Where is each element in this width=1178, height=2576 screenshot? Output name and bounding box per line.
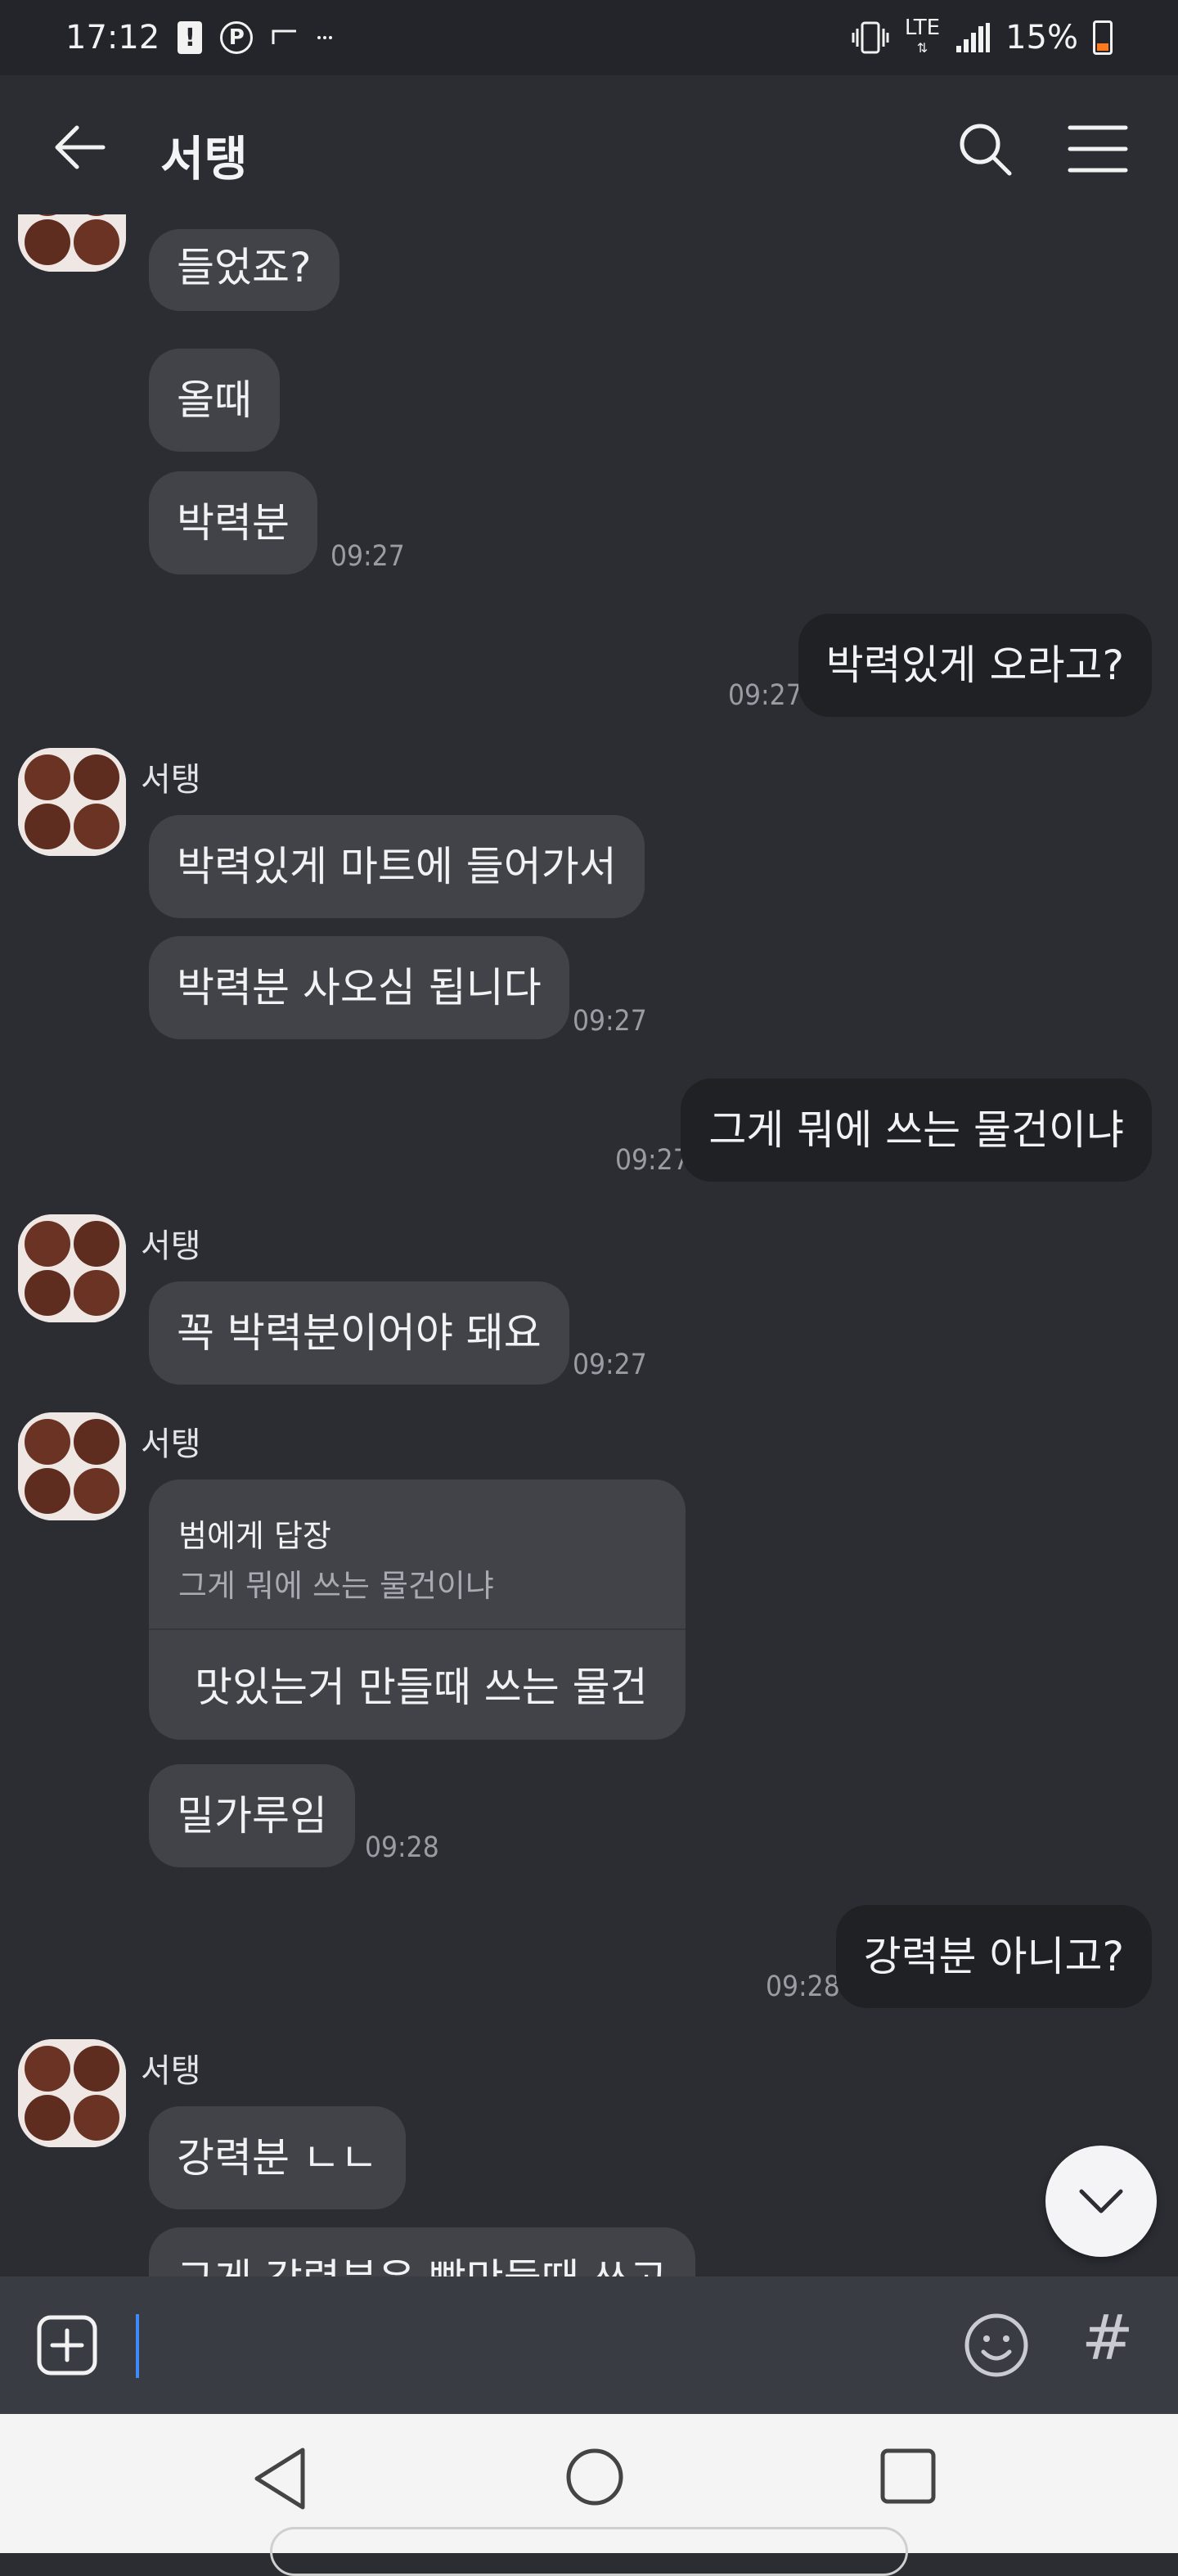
arrow-left-icon[interactable] <box>49 116 111 178</box>
message-time: 09:28 <box>766 1970 840 2003</box>
message-list[interactable]: 들었죠? 올때 박력분 09:27 09:27 박력있게 오라고? 서탱 박력있… <box>0 214 1178 2277</box>
gesture-handle <box>270 2527 908 2576</box>
hamburger-menu-icon[interactable] <box>1065 119 1131 178</box>
battery-icon <box>1093 20 1113 55</box>
sender-name: 서탱 <box>141 1425 201 1463</box>
message-time: 09:27 <box>728 679 803 712</box>
nav-recents-icon[interactable] <box>879 2447 937 2506</box>
hashtag-button[interactable]: # <box>1081 2301 1134 2374</box>
message-bubble[interactable]: 꼭 박력분이어야 돼요 <box>149 1281 569 1385</box>
reply-quote-block[interactable]: 범에게 답장 그게 뭐에 쓰는 물건이냐 <box>149 1479 686 1630</box>
reply-quoted-text: 그게 뭐에 쓰는 물건이냐 <box>178 1568 494 1604</box>
search-icon[interactable] <box>952 116 1018 182</box>
message-bubble[interactable]: 강력분 ㄴㄴ <box>149 2106 406 2209</box>
message-bubble[interactable]: 박력분 <box>149 471 317 574</box>
message-bubble[interactable]: 들었죠? <box>149 229 339 311</box>
chocolate-muffins-image <box>18 748 126 856</box>
parking-icon: P <box>220 21 254 54</box>
message-time: 09:27 <box>615 1144 690 1177</box>
emoji-icon[interactable] <box>962 2311 1031 2380</box>
battery-percent: 15% <box>1005 19 1078 56</box>
message-bubble[interactable]: 밀가루임 <box>149 1764 355 1867</box>
system-navigation-bar <box>0 2414 1178 2576</box>
my-message-bubble[interactable]: 강력분 아니고? <box>835 1905 1152 2008</box>
reply-target: 범에게 답장 <box>178 1518 331 1554</box>
nav-home-icon[interactable] <box>564 2447 625 2507</box>
sender-name: 서탱 <box>141 2052 201 2090</box>
avatar[interactable] <box>18 1214 126 1322</box>
message-time: 09:28 <box>365 1831 439 1864</box>
message-time: 09:27 <box>330 540 405 573</box>
message-time: 09:27 <box>573 1005 647 1038</box>
chevron-down-icon <box>1079 2189 1123 2213</box>
chocolate-muffins-image <box>18 214 126 272</box>
scroll-to-bottom-button[interactable] <box>1045 2146 1157 2257</box>
alert-badge-icon: ! <box>178 21 203 54</box>
network-label: LTE <box>904 15 941 40</box>
avatar[interactable] <box>18 748 126 856</box>
sender-name: 서탱 <box>141 761 201 799</box>
chocolate-muffins-image <box>18 1214 126 1322</box>
status-bar: 17:12 ! P LTE ⇅ 15% <box>0 0 1178 75</box>
reply-message-text: 맛있는거 만들때 쓰는 물건 <box>195 1664 648 1711</box>
my-message-bubble[interactable]: 박력있게 오라고? <box>798 614 1152 717</box>
reply-message-bubble[interactable]: 범에게 답장 그게 뭐에 쓰는 물건이냐 맛있는거 만들때 쓰는 물건 <box>149 1479 686 1740</box>
chocolate-muffins-image <box>18 2039 126 2147</box>
my-message-bubble[interactable]: 그게 뭐에 쓰는 물건이냐 <box>681 1079 1152 1182</box>
avatar[interactable] <box>18 1412 126 1520</box>
avatar[interactable] <box>18 214 126 272</box>
message-bubble[interactable]: 박력있게 마트에 들어가서 <box>149 815 645 918</box>
nav-back-icon[interactable] <box>250 2445 309 2512</box>
message-bubble[interactable]: 박력분 사오심 됩니다 <box>149 936 569 1039</box>
plus-square-icon[interactable] <box>36 2314 98 2376</box>
avatar[interactable] <box>18 2039 126 2147</box>
chocolate-muffins-image <box>18 1412 126 1520</box>
message-time: 09:27 <box>573 1349 647 1381</box>
signal-icon <box>956 23 991 52</box>
chat-title: 서탱 <box>160 131 248 187</box>
sender-name: 서탱 <box>141 1227 201 1265</box>
chat-header: 서탱 <box>0 75 1178 214</box>
cast-icon <box>272 29 297 44</box>
message-bubble[interactable]: 그게 강력분은 빵만들때 쓰고 <box>149 2227 695 2277</box>
status-time: 17:12 <box>65 19 160 56</box>
more-dots-icon <box>317 36 333 39</box>
message-input[interactable] <box>136 2314 139 2378</box>
vibrate-icon <box>852 21 889 54</box>
message-composer: # <box>0 2277 1178 2414</box>
data-arrows-icon: ⇅ <box>916 39 928 56</box>
message-bubble[interactable]: 올때 <box>149 349 280 452</box>
lte-icon: LTE ⇅ <box>904 15 941 57</box>
